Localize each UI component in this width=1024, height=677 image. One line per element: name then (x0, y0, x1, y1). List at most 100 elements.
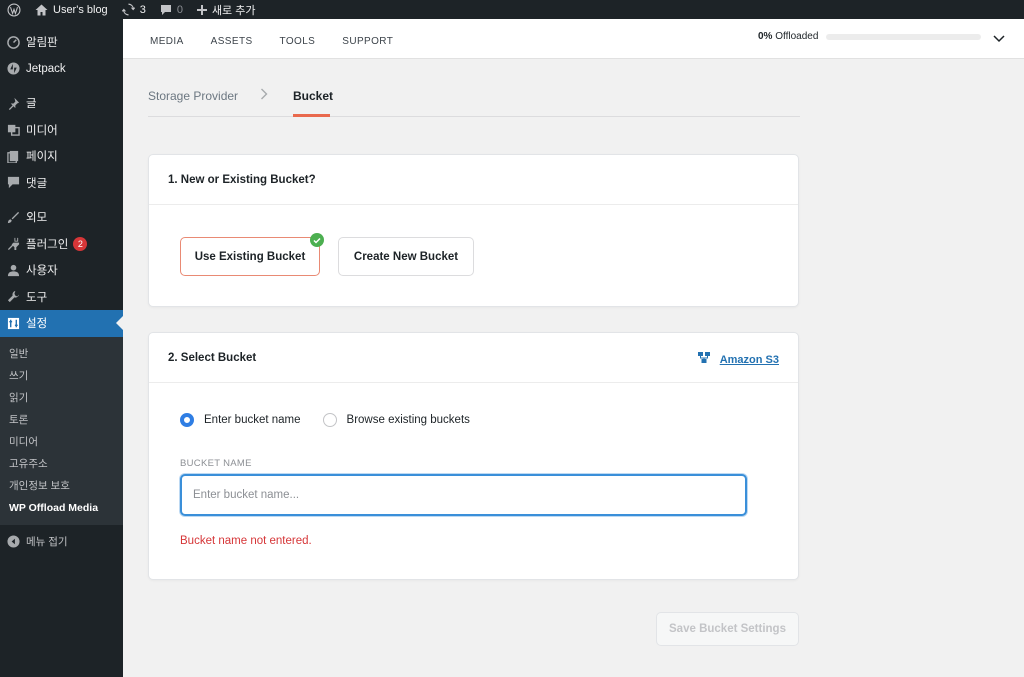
submenu-item-permalinks[interactable]: 고유주소 (0, 453, 123, 475)
settings-icon (6, 316, 20, 330)
comment-icon (6, 176, 20, 190)
step-bucket[interactable]: Bucket (293, 89, 333, 103)
jetpack-icon (6, 62, 20, 76)
tab-tools[interactable]: TOOLS (280, 30, 316, 47)
tab-support[interactable]: SUPPORT (342, 30, 393, 47)
plugin-update-badge: 2 (73, 236, 88, 251)
comments-count: 0 (176, 3, 183, 16)
sidebar-item-label: 외모 (26, 212, 48, 225)
new-content-link[interactable]: 새로 추가 (190, 0, 263, 19)
updates-icon (121, 3, 135, 16)
new-or-existing-bucket-panel: 1. New or Existing Bucket? Use Existing … (148, 154, 799, 307)
offload-status: 0% Offloaded (758, 31, 982, 42)
settings-submenu: 일반 쓰기 읽기 토론 미디어 고유주소 개인정보 보호 WP Offload … (0, 336, 123, 525)
panel-title: 1. New or Existing Bucket? (149, 155, 798, 205)
amazon-s3-icon (697, 351, 711, 368)
plugin-top-nav: MEDIA ASSETS TOOLS SUPPORT 0% Offloaded (123, 19, 1024, 59)
appearance-icon (6, 210, 20, 224)
save-bucket-settings-label: Save Bucket Settings (669, 623, 786, 635)
sidebar-item-label: 댓글 (26, 177, 48, 190)
provider-link[interactable]: Amazon S3 (697, 351, 779, 368)
sidebar-item-plugins[interactable]: 플러그인 2 (0, 231, 123, 258)
sidebar-item-tools[interactable]: 도구 (0, 284, 123, 311)
sidebar-item-label: 도구 (26, 291, 48, 304)
wrench-icon (6, 290, 20, 304)
sidebar-item-appearance[interactable]: 외모 (0, 204, 123, 231)
pin-icon (6, 96, 20, 110)
sidebar-item-label: 글 (26, 98, 37, 111)
save-bucket-settings-button[interactable]: Save Bucket Settings (656, 612, 799, 646)
bucket-mode-radio-group: Enter bucket name Browse existing bucket… (180, 413, 492, 427)
sidebar-item-label: 미디어 (26, 124, 58, 137)
use-existing-bucket-label: Use Existing Bucket (194, 250, 306, 263)
sidebar-item-label: Jetpack (26, 62, 66, 75)
submenu-item-wp-offload-media[interactable]: WP Offload Media (0, 497, 123, 519)
comment-bubble-icon (160, 4, 172, 16)
sidebar-item-settings[interactable]: 설정 (0, 310, 123, 337)
sidebar-item-label: 플러그인 (26, 238, 69, 251)
sidebar-item-label: 페이지 (26, 151, 58, 164)
offload-percent: 0% (758, 31, 773, 42)
submenu-item-media[interactable]: 미디어 (0, 431, 123, 453)
bucket-name-error: Bucket name not entered. (180, 535, 312, 547)
sidebar-item-label: 설정 (26, 318, 48, 331)
active-step-indicator (293, 114, 330, 117)
updates-link[interactable]: 3 (115, 0, 153, 19)
checkmark-icon (310, 233, 324, 247)
create-new-bucket-label: Create New Bucket (353, 250, 459, 263)
sidebar-item-dashboard[interactable]: 알림판 (0, 29, 123, 56)
collapse-menu-button[interactable]: 메뉴 접기 (0, 529, 123, 556)
plugin-icon (6, 237, 20, 251)
user-icon (6, 263, 20, 277)
sidebar-item-comments[interactable]: 댓글 (0, 170, 123, 197)
setup-steps-breadcrumb: Storage Provider Bucket (148, 83, 800, 117)
provider-name: Amazon S3 (719, 353, 779, 366)
step-storage-provider[interactable]: Storage Provider (148, 89, 238, 103)
create-new-bucket-button[interactable]: Create New Bucket (338, 237, 474, 276)
updates-count: 3 (139, 3, 146, 16)
tab-media[interactable]: MEDIA (150, 30, 184, 47)
site-name: User's blog (53, 3, 108, 16)
submenu-item-privacy[interactable]: 개인정보 보호 (0, 475, 123, 497)
collapse-menu-label: 메뉴 접기 (26, 536, 68, 549)
submenu-item-discussion[interactable]: 토론 (0, 409, 123, 431)
bucket-name-input[interactable] (180, 474, 747, 516)
site-name-link[interactable]: User's blog (28, 0, 115, 19)
admin-bar: User's blog 3 0 새로 추가 (0, 0, 1024, 19)
page-icon (6, 149, 20, 163)
sidebar-item-users[interactable]: 사용자 (0, 257, 123, 284)
use-existing-bucket-button[interactable]: Use Existing Bucket (180, 233, 324, 276)
enter-bucket-name-label[interactable]: Enter bucket name (204, 414, 301, 426)
submenu-item-writing[interactable]: 쓰기 (0, 365, 123, 387)
browse-buckets-radio[interactable] (322, 413, 337, 427)
media-icon (6, 123, 20, 137)
enter-bucket-name-radio[interactable] (180, 413, 194, 427)
collapse-arrow-icon (6, 535, 20, 549)
offload-label: Offloaded (775, 31, 819, 42)
sidebar-item-media[interactable]: 미디어 (0, 117, 123, 144)
comments-link[interactable]: 0 (153, 0, 190, 19)
chevron-down-icon[interactable] (993, 31, 1005, 46)
panel-header: 2. Select Bucket Amazon S3 (149, 333, 798, 383)
home-icon (35, 4, 48, 16)
wordpress-icon (7, 2, 21, 17)
panel-title: 2. Select Bucket (168, 351, 257, 364)
plus-icon (196, 4, 207, 15)
browse-buckets-label[interactable]: Browse existing buckets (347, 414, 470, 426)
sidebar-item-label: 알림판 (26, 37, 58, 50)
submenu-item-general[interactable]: 일반 (0, 343, 123, 365)
dashboard-icon (6, 35, 20, 49)
sidebar-item-jetpack[interactable]: Jetpack (0, 56, 123, 83)
bucket-name-field-label: BUCKET NAME (180, 458, 252, 469)
offload-progress-bar (826, 33, 982, 40)
select-bucket-panel: 2. Select Bucket Amazon S3 Enter bucket … (148, 332, 799, 580)
sidebar-item-label: 사용자 (26, 265, 58, 278)
sidebar-item-pages[interactable]: 페이지 (0, 143, 123, 170)
new-content-label: 새로 추가 (211, 4, 256, 17)
tab-assets[interactable]: ASSETS (211, 30, 253, 47)
sidebar-item-posts[interactable]: 글 (0, 90, 123, 117)
admin-sidebar: 알림판 Jetpack 글 미디어 페이지 댓글 외모 플러그인 2 사용자 도… (0, 19, 123, 677)
chevron-right-icon (260, 88, 268, 103)
wordpress-logo[interactable] (0, 0, 28, 19)
submenu-item-reading[interactable]: 읽기 (0, 387, 123, 409)
